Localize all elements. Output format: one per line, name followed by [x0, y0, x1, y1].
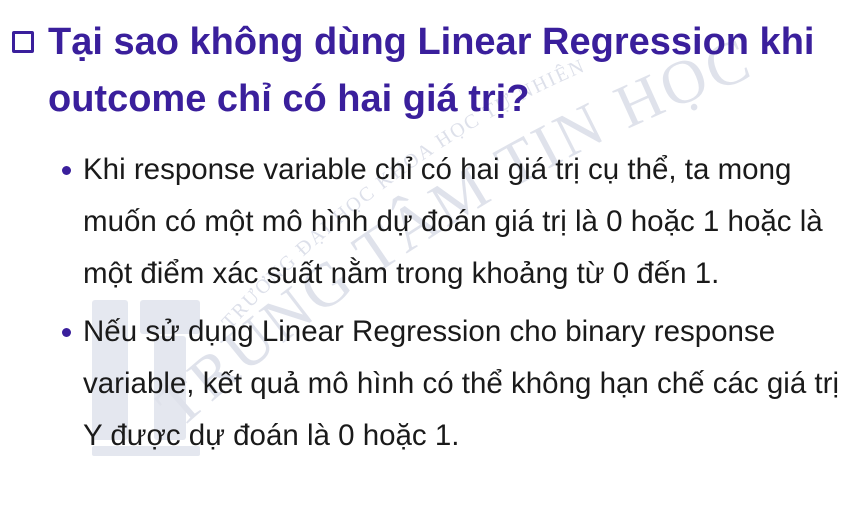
heading-row: Tại sao không dùng Linear Regression khi… [12, 14, 857, 128]
bullet-list: Khi response variable chỉ có hai giá trị… [62, 144, 852, 468]
bullet-text: Khi response variable chỉ có hai giá trị… [83, 153, 823, 290]
checkbox-icon [12, 31, 34, 53]
heading-text: Tại sao không dùng Linear Regression khi… [48, 21, 815, 120]
bullet-icon [62, 166, 71, 175]
bullet-icon [62, 328, 71, 337]
slide: TRƯỜNG ĐẠI HỌC KHOA HỌC TỰ NHIÊN TRUNG T… [0, 0, 865, 510]
list-item: Nếu sử dụng Linear Regression cho binary… [62, 306, 852, 462]
slide-heading: Tại sao không dùng Linear Regression khi… [12, 14, 857, 128]
list-item: Khi response variable chỉ có hai giá trị… [62, 144, 852, 300]
bullet-text: Nếu sử dụng Linear Regression cho binary… [83, 315, 839, 452]
